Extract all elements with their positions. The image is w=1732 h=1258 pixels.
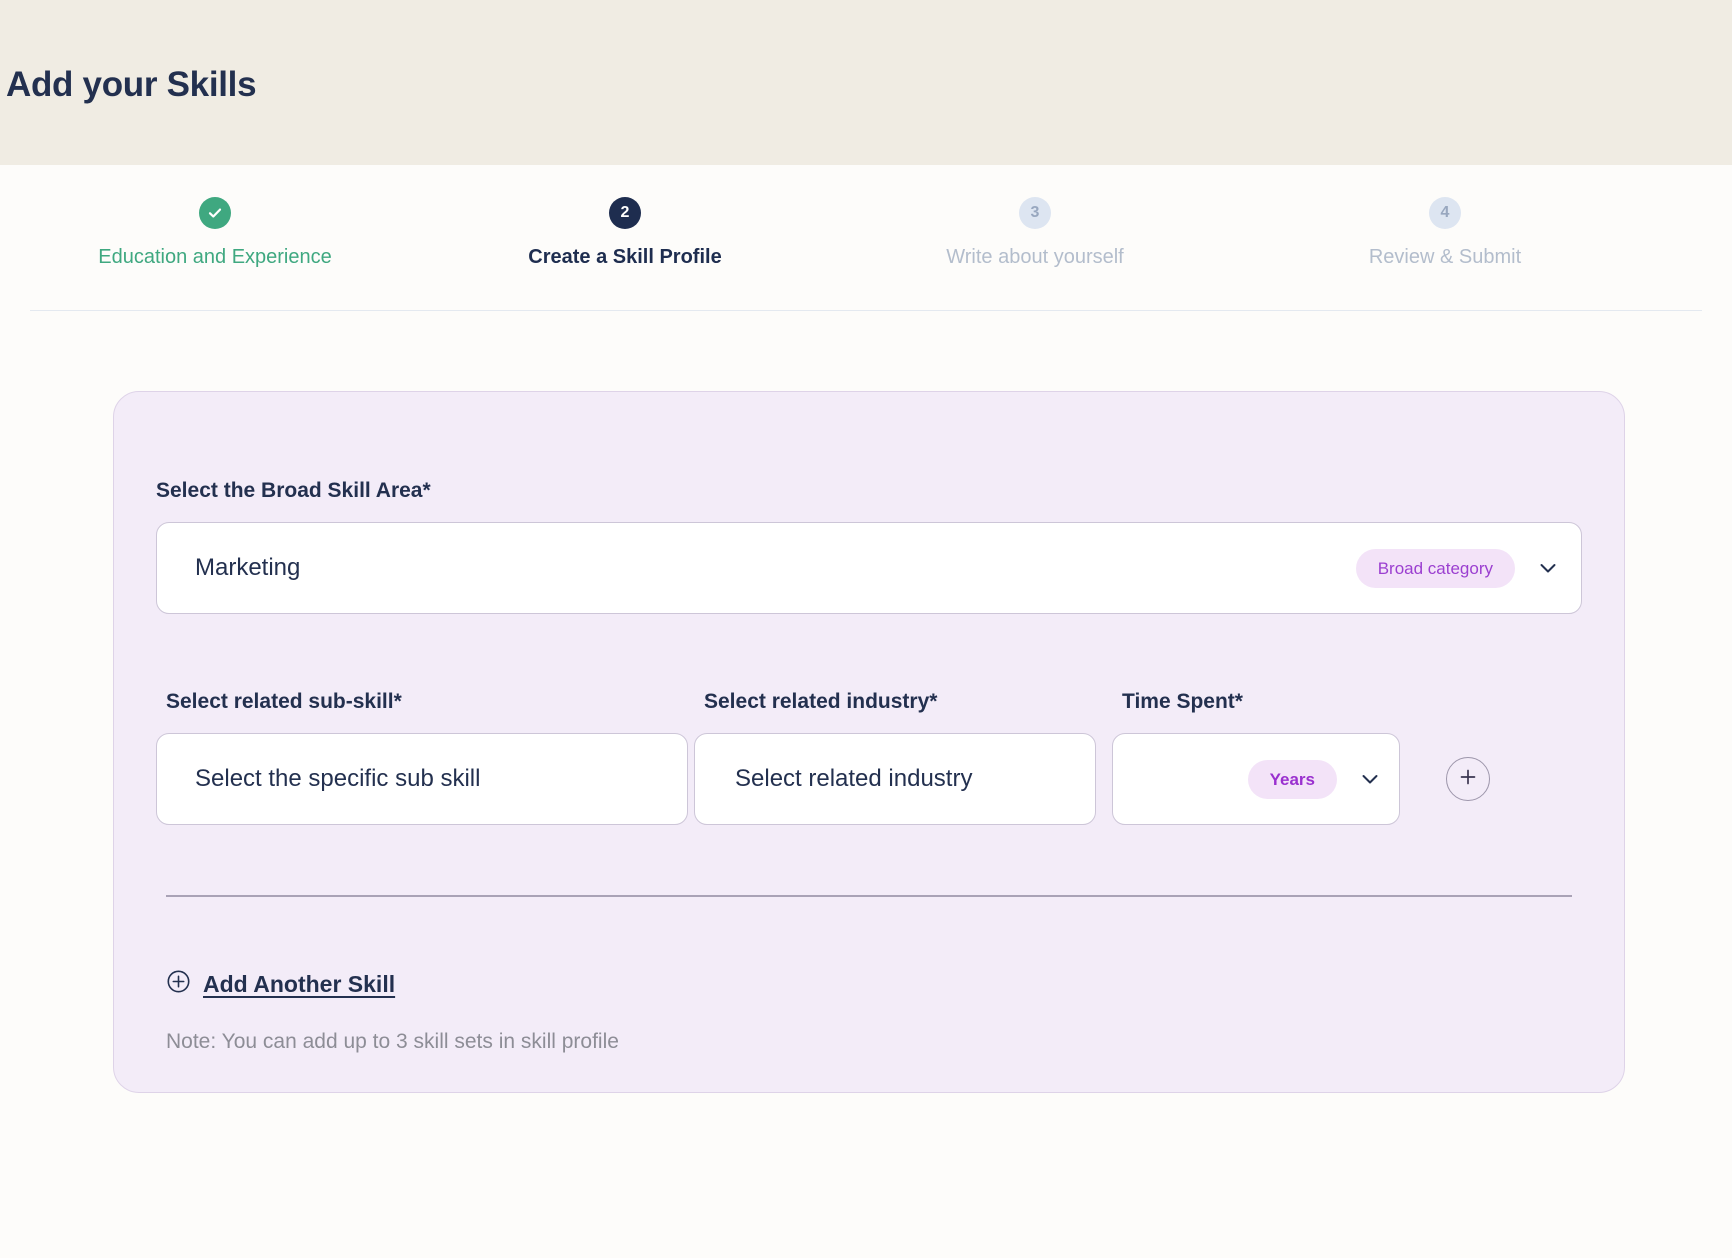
broad-skill-area-select[interactable]: Marketing Broad category — [156, 522, 1582, 614]
step-2-label: Create a Skill Profile — [528, 246, 722, 268]
chevron-down-icon[interactable] — [1357, 766, 1383, 792]
industry-select[interactable]: Select related industry — [694, 733, 1096, 825]
industry-label: Select related industry* — [704, 690, 938, 713]
stepper-section: Education and Experience 2 Create a Skil… — [0, 165, 1732, 311]
step-4-label: Review & Submit — [1368, 246, 1522, 268]
industry-field: Select related industry* Select related … — [694, 691, 1112, 825]
skill-profile-card: Select the Broad Skill Area* Marketing B… — [113, 391, 1625, 1093]
check-icon — [206, 204, 224, 222]
plus-icon — [1457, 766, 1479, 793]
broad-skill-area-field: Select the Broad Skill Area* Marketing B… — [156, 480, 1582, 614]
add-another-skill-label: Add Another Skill — [203, 970, 396, 997]
industry-placeholder: Select related industry — [735, 765, 973, 792]
skill-detail-row: Select related sub-skill* Select the spe… — [156, 691, 1582, 825]
add-skill-row-button[interactable] — [1446, 757, 1490, 801]
time-spent-field: Time Spent* Years — [1112, 691, 1400, 825]
stepper-step-create-a-skill-profile[interactable]: 2 Create a Skill Profile — [420, 197, 830, 267]
sub-skill-select[interactable]: Select the specific sub skill — [156, 733, 688, 825]
broad-skill-area-label: Select the Broad Skill Area* — [156, 479, 431, 502]
broad-skill-area-value: Marketing — [195, 554, 301, 581]
stepper-step-write-about-yourself[interactable]: 3 Write about yourself — [830, 197, 1240, 267]
step-3-circle: 3 — [1019, 197, 1051, 229]
sub-skill-field: Select related sub-skill* Select the spe… — [156, 691, 694, 825]
step-1-label: Education and Experience — [98, 246, 332, 268]
chevron-down-icon[interactable] — [1535, 555, 1561, 581]
step-4-circle: 4 — [1429, 197, 1461, 229]
progress-stepper: Education and Experience 2 Create a Skil… — [0, 197, 1650, 267]
step-3-label: Write about yourself — [946, 246, 1124, 268]
main-content: Select the Broad Skill Area* Marketing B… — [0, 311, 1732, 1093]
time-spent-label: Time Spent* — [1122, 690, 1243, 713]
sub-skill-label: Select related sub-skill* — [166, 690, 402, 713]
step-2-circle: 2 — [609, 197, 641, 229]
add-another-skill-button[interactable]: Add Another Skill — [166, 969, 395, 999]
page-title: Add your Skills — [6, 64, 257, 104]
page-header: Add your Skills — [0, 0, 1732, 165]
time-spent-select[interactable]: Years — [1112, 733, 1400, 825]
years-badge: Years — [1247, 759, 1337, 799]
broad-category-badge: Broad category — [1355, 548, 1515, 588]
stepper-step-review-and-submit[interactable]: 4 Review & Submit — [1240, 197, 1650, 267]
step-1-circle — [199, 197, 231, 229]
skill-limit-note: Note: You can add up to 3 skill sets in … — [166, 1030, 619, 1053]
stepper-step-education-and-experience[interactable]: Education and Experience — [10, 197, 420, 267]
sub-skill-placeholder: Select the specific sub skill — [195, 765, 481, 792]
plus-circle-icon — [166, 969, 191, 999]
card-divider — [166, 895, 1572, 897]
